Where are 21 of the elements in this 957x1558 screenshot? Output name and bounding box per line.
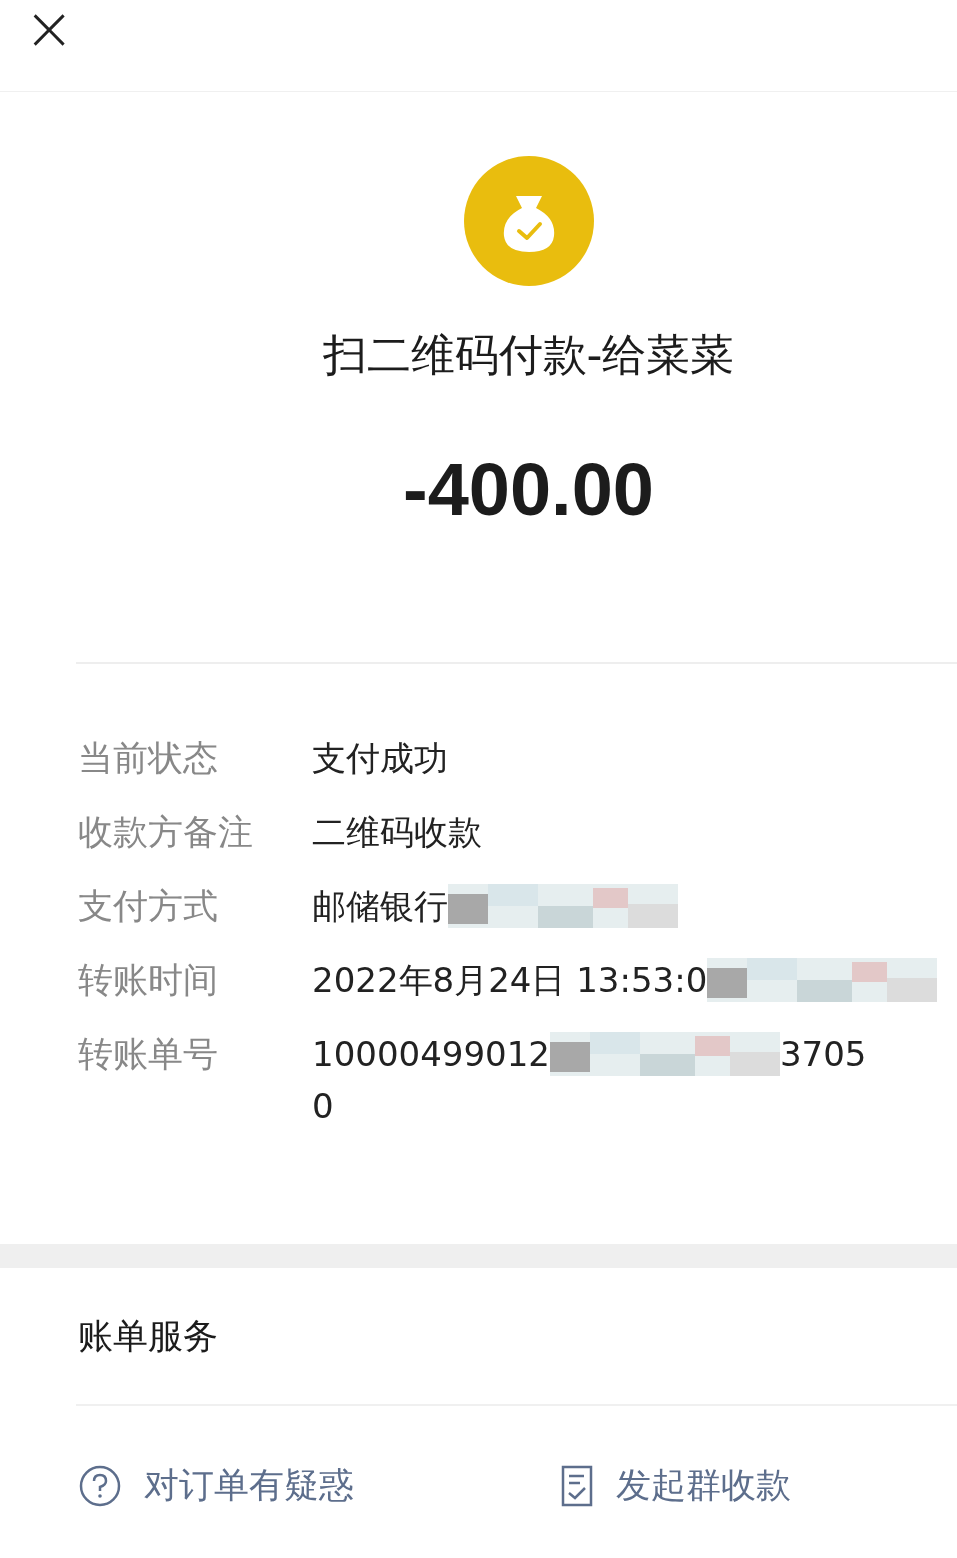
- detail-value: 邮储银行: [312, 885, 448, 928]
- payment-title: 扫二维码付款-给菜菜: [322, 328, 735, 382]
- action-link[interactable]: 发起群收款: [616, 1462, 791, 1509]
- money-bag-icon: [463, 156, 594, 286]
- detail-value: 2022年8月24日 13:53:0: [312, 959, 708, 1002]
- detail-label: 转账时间: [78, 959, 219, 1002]
- action-link[interactable]: 对订单有疑惑: [144, 1462, 354, 1509]
- bill-check-icon: [560, 1463, 594, 1508]
- detail-label: 收款方备注: [78, 811, 254, 854]
- question-icon: [78, 1463, 122, 1508]
- section-title: 账单服务: [77, 1315, 219, 1358]
- detail-value: 支付成功: [312, 737, 448, 780]
- detail-value: 二维码收款: [312, 811, 482, 854]
- detail-value: 0: [312, 1085, 334, 1128]
- detail-value: 3705: [779, 1033, 867, 1076]
- detail-label: 转账单号: [78, 1033, 219, 1076]
- close-button[interactable]: ×: [24, 0, 75, 56]
- detail-value: 10000499012: [312, 1033, 550, 1076]
- detail-label: 当前状态: [78, 737, 219, 780]
- payment-amount: -400.00: [403, 447, 654, 532]
- detail-label: 支付方式: [78, 885, 219, 928]
